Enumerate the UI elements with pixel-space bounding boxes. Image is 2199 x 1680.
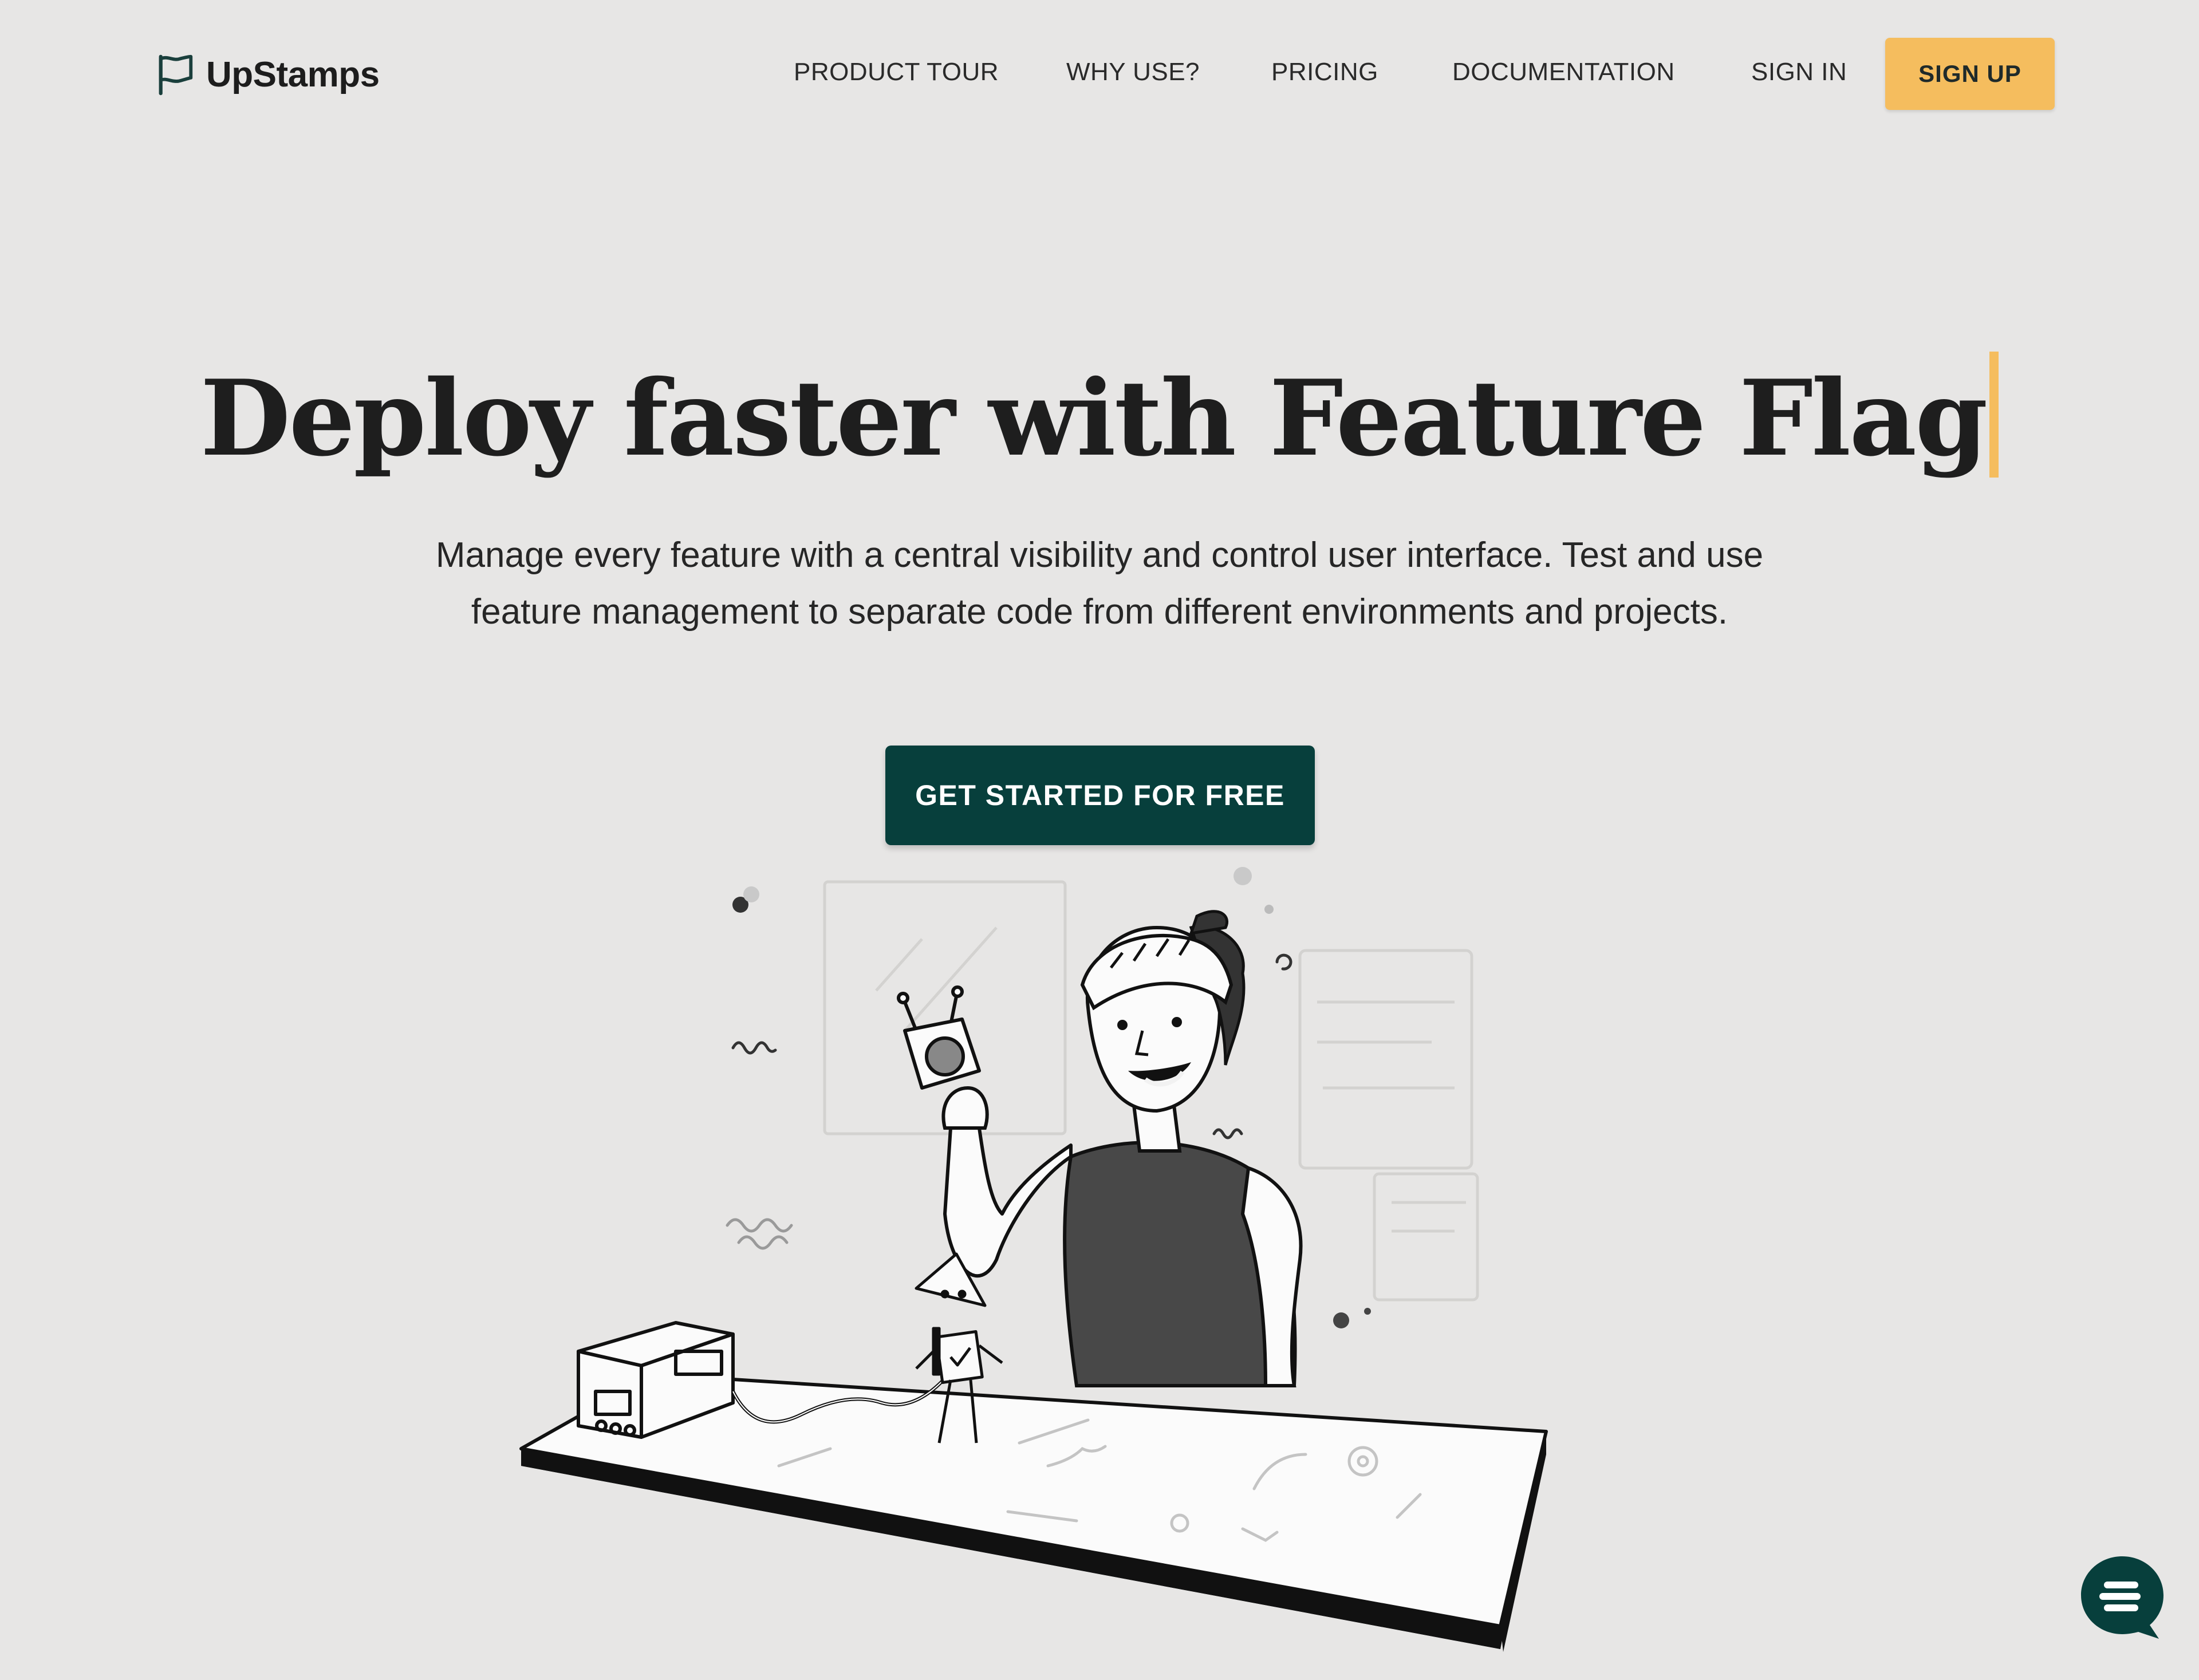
robot-head <box>897 985 981 1090</box>
hero-subtitle: Manage every feature with a central visi… <box>435 535 1764 632</box>
top-navigation: UpStamps PRODUCT TOUR WHY USE? PRICING D… <box>0 0 2199 149</box>
hero-illustration <box>519 867 1548 1652</box>
brand-logo[interactable]: UpStamps <box>155 52 380 97</box>
nav-product-tour[interactable]: PRODUCT TOUR <box>794 55 999 89</box>
nav-documentation[interactable]: DOCUMENTATION <box>1452 55 1675 89</box>
sign-up-button[interactable]: SIGN UP <box>1885 38 2055 110</box>
hero-headline: Deploy faster with Feature Flag <box>0 344 2199 492</box>
chat-widget-button[interactable] <box>2076 1552 2168 1643</box>
nav-sign-in[interactable]: SIGN IN <box>1751 55 1847 89</box>
text-cursor <box>1989 352 1999 478</box>
nav-pricing[interactable]: PRICING <box>1271 55 1378 89</box>
brand-name: UpStamps <box>206 54 380 94</box>
get-started-button[interactable]: GET STARTED FOR FREE <box>885 746 1315 845</box>
person-character <box>941 910 1303 1387</box>
chat-bubble-icon <box>2081 1556 2163 1639</box>
flag-icon <box>159 54 193 96</box>
nav-why-use[interactable]: WHY USE? <box>1066 55 1200 89</box>
hero-headline-text: Deploy faster with Feature Flag <box>200 357 1988 479</box>
